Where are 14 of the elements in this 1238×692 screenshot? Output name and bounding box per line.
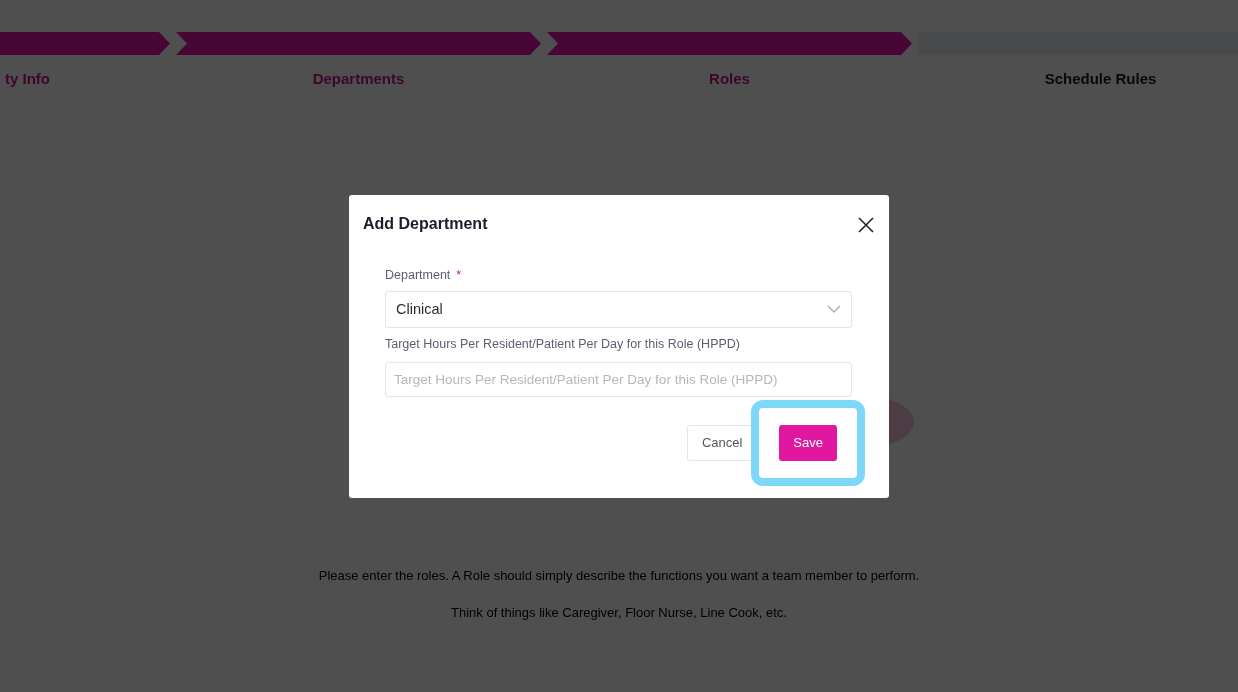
- instruction-text: Think of things like Caregiver, Floor Nurse, Line Cook, etc.: [451, 605, 787, 620]
- step-label[interactable]: ty Info: [5, 70, 50, 87]
- field-label: Department: [385, 267, 451, 282]
- department-select[interactable]: Clinical: [385, 290, 852, 328]
- instruction-text: Please enter the roles. A Role should simply describe the functions you want a team member to perform.: [318, 568, 920, 583]
- hppd-input[interactable]: Target Hours Per Resident/Patient Per Day for this Role (HPPD): [385, 361, 852, 397]
- dialog-title: Add Department: [363, 214, 488, 233]
- required-mark: *: [456, 267, 462, 282]
- step-label[interactable]: Schedule Rules: [1044, 70, 1157, 87]
- field-label: Target Hours Per Resident/Patient Per Day for this Role (HPPD): [385, 336, 741, 351]
- chevron-down-icon: [827, 305, 841, 313]
- step-label[interactable]: Departments: [312, 70, 405, 87]
- step-label[interactable]: Roles: [709, 70, 750, 87]
- save-button[interactable]: Save: [779, 424, 837, 461]
